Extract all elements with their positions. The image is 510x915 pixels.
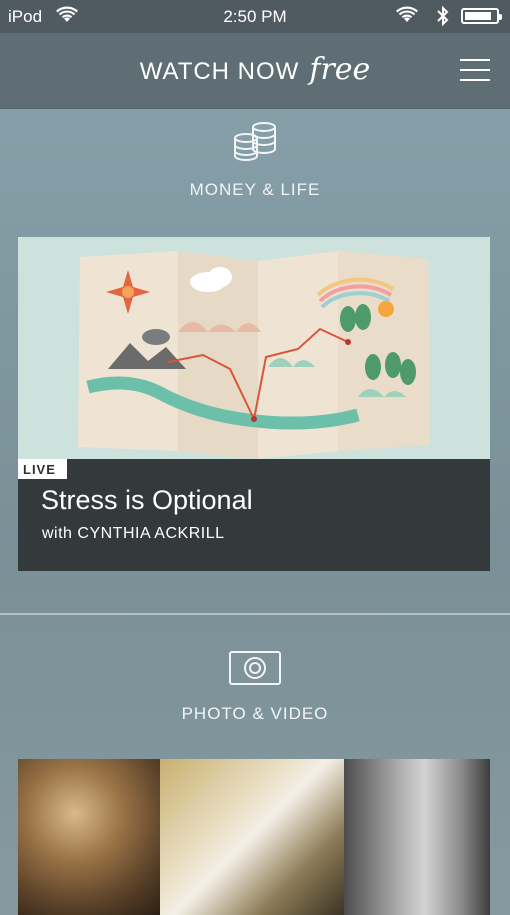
course-thumbnail: [344, 759, 490, 915]
course-title[interactable]: Stress is Optional: [41, 485, 253, 516]
logo-text: WATCH NOW: [139, 58, 300, 85]
battery-icon: [461, 8, 502, 24]
section-divider: [0, 613, 510, 615]
course-instructor: with CYNTHIA ACKRILL: [42, 525, 225, 542]
status-bar: iPod 2:50 PM: [0, 0, 510, 33]
bluetooth-icon: [437, 6, 449, 26]
category-label: PHOTO & VIDEO: [181, 704, 329, 723]
app-header: WATCH NOW free: [0, 33, 510, 109]
course-thumbnail: [18, 759, 160, 915]
camera-icon: [229, 651, 281, 685]
coins-icon: [234, 122, 276, 161]
course-thumbnail: [160, 759, 344, 915]
live-badge: LIVE: [18, 459, 67, 479]
wifi-icon: [396, 6, 418, 22]
photo-course-card[interactable]: [18, 759, 490, 915]
course-thumbnail: [18, 237, 490, 461]
featured-course-card[interactable]: LIVE Stress is Optional with CYNTHIA ACK…: [18, 237, 490, 571]
category-money-life[interactable]: MONEY & LIFE: [0, 120, 510, 200]
course-caption: LIVE Stress is Optional with CYNTHIA ACK…: [18, 459, 490, 571]
category-label: MONEY & LIFE: [189, 180, 321, 199]
category-photo-video[interactable]: PHOTO & VIDEO: [0, 650, 510, 724]
clock-time: 2:50 PM: [223, 7, 287, 26]
logo-script: free: [309, 52, 371, 87]
hamburger-menu-icon[interactable]: [460, 59, 490, 83]
battery-fill: [465, 12, 491, 20]
app-logo[interactable]: WATCH NOW free: [0, 52, 510, 87]
